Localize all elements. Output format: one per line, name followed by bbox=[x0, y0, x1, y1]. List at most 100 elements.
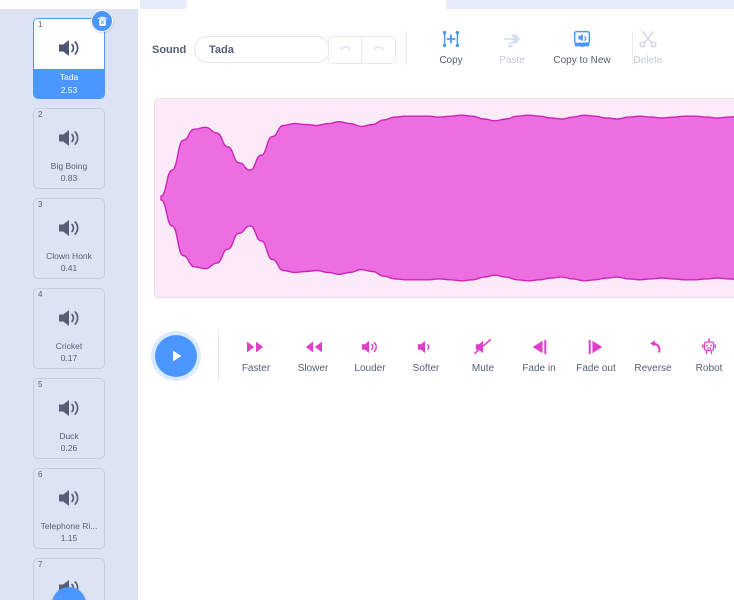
sound-index: 4 bbox=[38, 290, 43, 299]
sound-index: 6 bbox=[38, 470, 43, 479]
effect-label: Robot bbox=[695, 363, 723, 374]
effect-label: Fade out bbox=[576, 363, 616, 374]
sound-name: Clown Honk bbox=[46, 251, 92, 261]
speaker-icon bbox=[59, 490, 79, 506]
copy-button[interactable]: Copy bbox=[420, 26, 482, 66]
effect-button-fade-in[interactable]: Fade in bbox=[511, 333, 567, 374]
waveform-canvas[interactable] bbox=[154, 98, 734, 298]
sound-name-input[interactable] bbox=[194, 36, 330, 63]
speaker-icon bbox=[59, 40, 79, 56]
copy-to-new-button-label: Copy to New bbox=[553, 55, 611, 66]
waveform-plot bbox=[160, 114, 734, 282]
toolbar-divider-1 bbox=[406, 31, 407, 65]
sound-index: 2 bbox=[38, 110, 43, 119]
sound-name-label: Sound bbox=[152, 44, 187, 56]
scissors-icon bbox=[617, 26, 679, 52]
sound-duration: 0.26 bbox=[60, 442, 78, 453]
speaker-plus-icon bbox=[68, 599, 69, 600]
speaker-icon bbox=[59, 130, 79, 146]
sound-duration: 2.53 bbox=[60, 84, 78, 95]
sound-thumbnail bbox=[34, 127, 104, 153]
redo-arrow-icon bbox=[372, 46, 384, 51]
tab-strip-right-filler bbox=[446, 0, 734, 9]
copy-to-new-button[interactable]: Copy to New bbox=[542, 26, 622, 66]
delete-button[interactable]: Delete bbox=[617, 26, 679, 66]
robot-icon bbox=[681, 333, 734, 361]
effects-divider bbox=[218, 331, 219, 381]
effect-label: Slower bbox=[297, 363, 329, 374]
effect-button-robot[interactable]: Robot bbox=[681, 333, 734, 374]
sound-name: Cricket bbox=[55, 341, 83, 351]
speaker-icon bbox=[59, 310, 79, 326]
effects-bar: Faster Slower Louder Softer Mute Fade in Fade … bbox=[138, 319, 734, 389]
sound-duration: 0.17 bbox=[60, 352, 78, 363]
speaker-icon bbox=[59, 400, 79, 416]
fade-in-icon bbox=[511, 333, 567, 361]
paste-button-label: Paste bbox=[499, 55, 525, 66]
sound-thumbnail bbox=[34, 37, 104, 63]
sound-list: 1 Tada 2.53 2 Big Boing 0.83 3 Clown Honk 0.41 4 C… bbox=[0, 9, 138, 600]
effect-button-slower[interactable]: Slower bbox=[285, 333, 341, 374]
sound-list-sidebar[interactable]: 1 Tada 2.53 2 Big Boing 0.83 3 Clown Honk 0.41 4 C… bbox=[0, 9, 138, 600]
sound-editor-app: 1 Tada 2.53 2 Big Boing 0.83 3 Clown Honk 0.41 4 C… bbox=[0, 0, 734, 600]
sound-name: Duck bbox=[59, 431, 79, 441]
sound-index: 5 bbox=[38, 380, 43, 389]
sound-duration: 0.83 bbox=[60, 172, 78, 183]
effect-button-faster[interactable]: Faster bbox=[228, 333, 284, 374]
sound-name: Telephone Ri... bbox=[40, 521, 98, 531]
copy-selection-icon bbox=[420, 26, 482, 52]
effect-label: Faster bbox=[241, 363, 271, 374]
undo-arrow-icon bbox=[339, 46, 351, 51]
tab-sounds-active[interactable] bbox=[188, 0, 444, 9]
sound-duration: 1.15 bbox=[60, 532, 78, 543]
effect-label: Softer bbox=[412, 363, 440, 374]
sound-thumbnail bbox=[34, 397, 104, 423]
undo-button[interactable] bbox=[328, 36, 362, 64]
play-button[interactable] bbox=[155, 335, 197, 377]
play-icon bbox=[173, 350, 182, 362]
speaker-icon bbox=[59, 220, 79, 236]
sound-duration: 0.41 bbox=[60, 262, 78, 273]
sound-list-item[interactable]: 5 Duck 0.26 bbox=[33, 378, 105, 459]
paste-button[interactable]: Paste bbox=[481, 26, 543, 66]
effect-button-softer[interactable]: Softer bbox=[398, 333, 454, 374]
copy-to-new-icon bbox=[542, 26, 622, 52]
paste-icon bbox=[481, 26, 543, 52]
sound-index: 7 bbox=[38, 560, 43, 569]
delete-sound-badge[interactable] bbox=[91, 10, 113, 32]
sound-thumbnail bbox=[34, 307, 104, 333]
effect-button-fade-out[interactable]: Fade out bbox=[568, 333, 624, 374]
delete-button-label: Delete bbox=[633, 55, 663, 66]
effect-button-louder[interactable]: Louder bbox=[342, 333, 398, 374]
trash-icon bbox=[97, 16, 107, 26]
redo-button[interactable] bbox=[362, 36, 396, 64]
tab-strip bbox=[0, 0, 734, 9]
sound-list-item[interactable]: 6 Telephone Ri... 1.15 bbox=[33, 468, 105, 549]
volume-down-icon bbox=[398, 333, 454, 361]
rewind-icon bbox=[285, 333, 341, 361]
sound-list-item[interactable]: 3 Clown Honk 0.41 bbox=[33, 198, 105, 279]
sound-list-item[interactable]: 4 Cricket 0.17 bbox=[33, 288, 105, 369]
sound-index: 1 bbox=[38, 20, 43, 29]
effect-button-mute[interactable]: Mute bbox=[455, 333, 511, 374]
reverse-arrow-icon bbox=[625, 333, 681, 361]
copy-button-label: Copy bbox=[439, 55, 463, 66]
effect-label: Mute bbox=[471, 363, 495, 374]
sound-editor-main: Sound Tada Copy Paste Copy to New Delete… bbox=[138, 9, 734, 600]
volume-mute-icon bbox=[455, 333, 511, 361]
effect-button-reverse[interactable]: Reverse bbox=[625, 333, 681, 374]
sound-name: Big Boing bbox=[50, 161, 88, 171]
effect-label: Louder bbox=[354, 363, 386, 374]
sound-index: 3 bbox=[38, 200, 43, 209]
effect-label: Reverse bbox=[634, 363, 672, 374]
volume-up-icon bbox=[342, 333, 398, 361]
editor-toolbar: Sound Tada Copy Paste Copy to New Delete bbox=[138, 9, 734, 83]
sound-list-item[interactable]: 2 Big Boing 0.83 bbox=[33, 108, 105, 189]
sound-thumbnail bbox=[34, 217, 104, 243]
effect-label: Fade in bbox=[522, 363, 556, 374]
fast-forward-icon bbox=[228, 333, 284, 361]
sound-name: Tada bbox=[59, 72, 79, 82]
fade-out-icon bbox=[568, 333, 624, 361]
tab-code[interactable] bbox=[140, 0, 187, 9]
sound-list-item[interactable]: 1 Tada 2.53 bbox=[33, 10, 113, 99]
